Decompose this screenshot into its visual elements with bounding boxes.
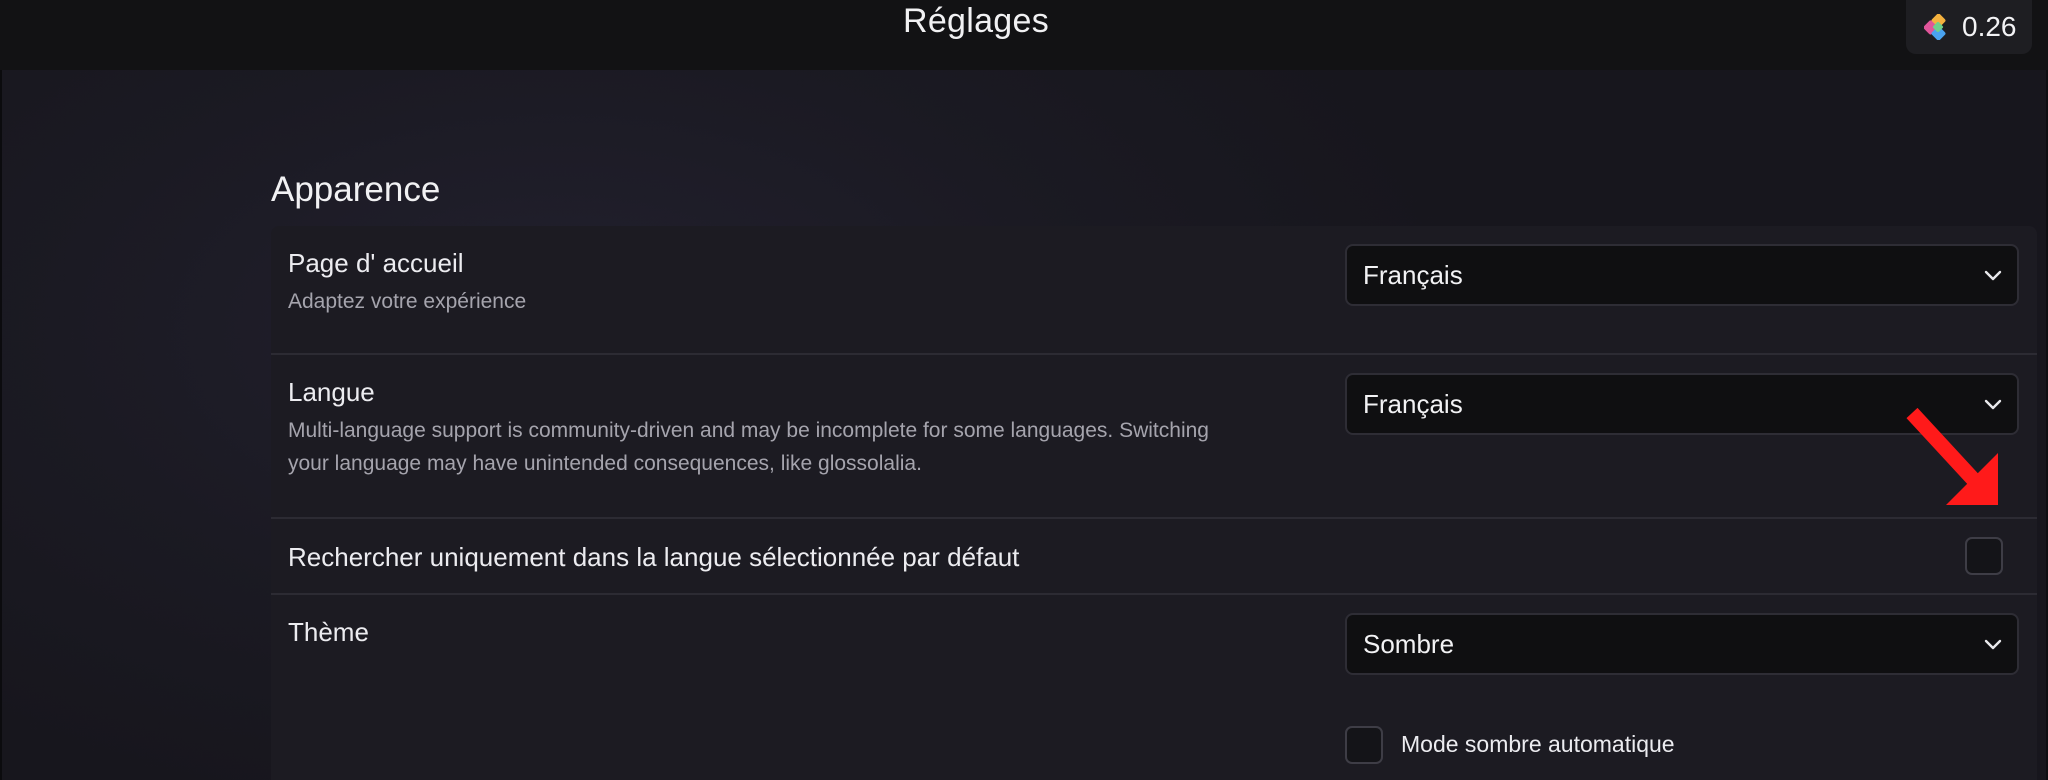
homepage-select-value: Français [1363,259,1463,290]
window-left-edge [0,0,2,780]
setting-description-language-line1: Multi-language support is community-driv… [288,419,1209,442]
setting-label-language: Langue [288,377,375,407]
section-title: Apparence [271,170,441,209]
page-title: Réglages [902,2,1050,40]
theme-select[interactable]: Sombre [1345,613,2019,675]
credits-badge[interactable]: 0.26 [1906,0,2032,54]
auto-dark-mode-checkbox[interactable] [1345,726,1383,764]
setting-label-homepage: Page d' accueil [288,248,464,278]
homepage-select[interactable]: Français [1345,244,2019,306]
chevron-down-icon [1984,270,2002,281]
search-language-only-checkbox[interactable] [1965,537,2003,575]
settings-panel: Page d' accueil Adaptez votre expérience… [271,226,2037,780]
theme-select-value: Sombre [1363,628,1455,659]
setting-row-homepage: Page d' accueil Adaptez votre expérience… [271,226,2037,354]
credits-value: 0.26 [1962,11,2017,42]
setting-label-theme: Thème [288,617,369,647]
credits-icon [1924,14,1946,40]
language-select-value: Français [1363,388,1463,419]
setting-description-language-line2: your language may have unintended conseq… [288,452,922,475]
chevron-down-icon [1984,639,2002,650]
setting-row-language: Langue Multi-language support is communi… [271,355,2037,519]
top-bar: Réglages 0.26 [0,0,2048,70]
red-arrow-icon [1906,407,1998,505]
setting-description-homepage: Adaptez votre expérience [288,290,527,313]
setting-row-search-language-only: Rechercher uniquement dans la langue sél… [271,519,2037,594]
auto-dark-mode-label[interactable]: Mode sombre automatique [1401,731,1675,758]
setting-label-search-language-only: Rechercher uniquement dans la langue sél… [288,542,1020,572]
setting-row-theme: Thème Sombre Mode sombre automatique [271,595,2037,780]
